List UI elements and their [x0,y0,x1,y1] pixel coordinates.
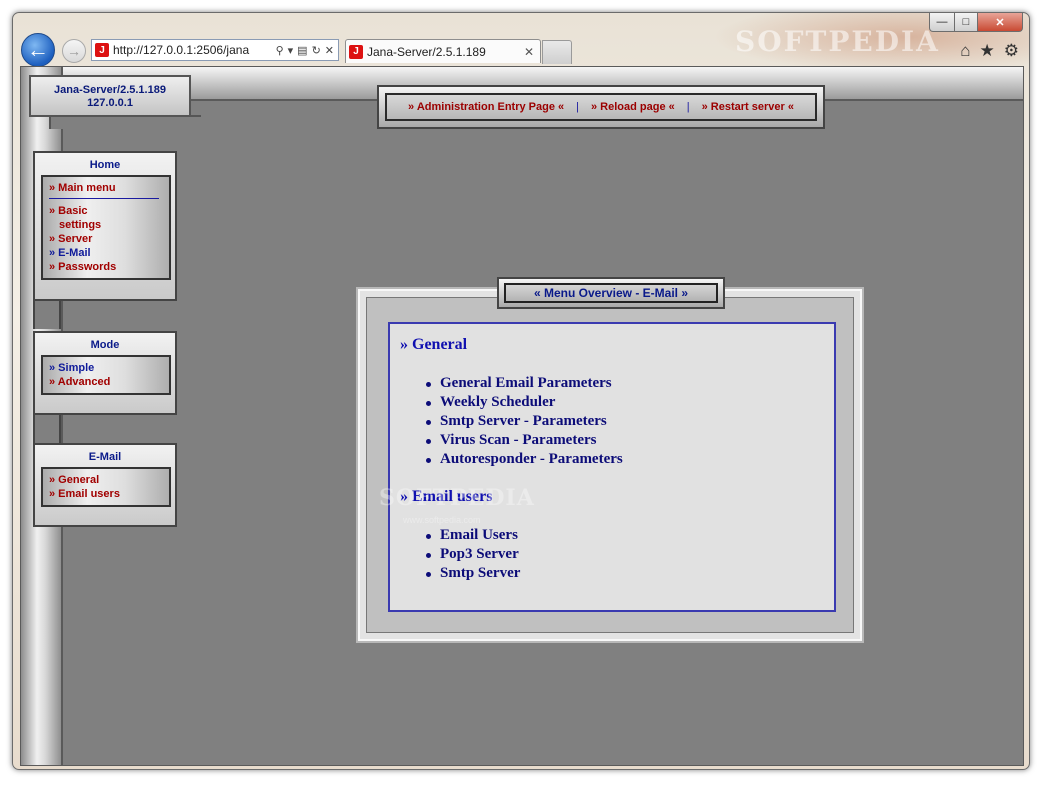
gear-icon[interactable]: ⚙ [1004,41,1019,61]
address-bar[interactable]: J http://127.0.0.1:2506/jana ⚲ ▾ ▤ ↻ ✕ [91,39,339,61]
mode-menu-list: » Simple » Advanced [41,355,171,395]
softpedia-watermark: SOFTPEDIA [735,25,940,58]
list-item[interactable]: Virus Scan - Parameters [426,431,623,450]
address-text[interactable]: http://127.0.0.1:2506/jana [113,43,276,57]
server-link[interactable]: » Server [49,232,165,246]
home-menu-list: » Main menu » Basic settings » Server » … [41,175,171,280]
admin-entry-link[interactable]: » Administration Entry Page « [396,101,576,113]
tab-title: Jana-Server/2.5.1.189 [367,44,486,59]
section-general-heading[interactable]: » General [400,336,467,354]
server-step [49,115,201,129]
email-menu-box: E-Mail » General » Email users [33,443,177,527]
list-item[interactable]: Smtp Server - Parameters [426,412,623,431]
list-item[interactable]: Smtp Server [425,564,520,583]
dropdown-icon[interactable]: ▾ [288,44,294,57]
content-tab-title: « Menu Overview - E-Mail » [504,283,718,303]
top-nav-frame: » Administration Entry Page « | » Reload… [377,85,825,129]
server-name: Jana-Server/2.5.1.189 [54,84,166,96]
address-actions: ⚲ ▾ ▤ ↻ ✕ [276,44,338,57]
list-item[interactable]: General Email Parameters [426,374,623,393]
basic-settings-link-cont[interactable]: settings [49,218,165,232]
main-menu-link[interactable]: » Main menu [49,181,165,195]
advanced-mode-link[interactable]: » Advanced [49,375,165,389]
list-item[interactable]: Weekly Scheduler [426,393,623,412]
refresh-icon[interactable]: ↻ [312,44,321,57]
content-body: » General General Email Parameters Weekl… [388,322,836,612]
simple-mode-link[interactable]: » Simple [49,361,165,375]
top-nav: » Administration Entry Page « | » Reload… [385,93,817,121]
server-ip: 127.0.0.1 [87,97,133,109]
reload-page-link[interactable]: » Reload page « [579,101,687,113]
basic-settings-link[interactable]: » Basic [49,204,165,218]
compat-icon[interactable]: ▤ [297,44,307,57]
back-button[interactable]: ← [21,33,55,67]
list-item[interactable]: Pop3 Server [425,545,520,564]
email-users-items: Email Users Pop3 Server Smtp Server [425,526,520,583]
mode-menu-title: Mode [90,339,120,351]
favorites-star-icon[interactable]: ★ [980,41,995,61]
mode-menu-box: Mode » Simple » Advanced [33,331,177,415]
maximize-button[interactable]: □ [955,13,978,32]
stop-icon[interactable]: ✕ [325,44,334,57]
page-viewport: Jana-Server/2.5.1.189 127.0.0.1 » Admini… [20,66,1024,766]
server-info: Jana-Server/2.5.1.189 127.0.0.1 [29,75,191,117]
content-tab-frame: « Menu Overview - E-Mail » [497,277,725,309]
list-item[interactable]: Autoresponder - Parameters [426,450,623,469]
toolbar-icons: ⌂ ★ ⚙ [960,41,1019,61]
home-icon[interactable]: ⌂ [960,41,970,61]
tab-close-icon[interactable]: ✕ [524,45,540,59]
browser-window: SOFTPEDIA — □ ✕ ← → J http://127.0.0.1:2… [12,12,1030,770]
side-connector [33,415,61,443]
email-menu-title: E-Mail [88,451,122,463]
back-arrow-icon: ← [27,37,49,62]
softpedia-watermark: SOFTPEDIA [379,485,535,511]
home-menu-box: Home » Main menu » Basic settings » Serv… [33,151,177,301]
email-link[interactable]: » E-Mail [49,246,165,260]
passwords-link[interactable]: » Passwords [49,260,165,274]
menu-divider [49,198,159,199]
email-menu-list: » General » Email users [41,467,171,507]
minimize-button[interactable]: — [929,13,955,32]
content-frame: » General General Email Parameters Weekl… [358,289,862,641]
softpedia-url-watermark: www.softpedia.com [403,515,481,525]
email-users-link[interactable]: » Email users [49,487,165,501]
new-tab-button[interactable] [542,40,572,64]
home-menu-title: Home [89,159,121,171]
forward-button[interactable]: → [62,39,86,63]
window-controls: — □ ✕ [929,13,1023,32]
restart-server-link[interactable]: » Restart server « [690,101,806,113]
tab-favicon-icon: J [349,44,363,59]
favicon-icon: J [95,43,109,57]
content-panel: » General General Email Parameters Weekl… [366,297,854,633]
side-connector [33,301,61,329]
list-item[interactable]: Email Users [425,526,520,545]
forward-arrow-icon: → [67,43,81,59]
general-items: General Email Parameters Weekly Schedule… [426,374,623,469]
browser-tab[interactable]: J Jana-Server/2.5.1.189 ✕ [345,39,541,63]
search-icon[interactable]: ⚲ [276,44,284,57]
general-link[interactable]: » General [49,473,165,487]
close-window-button[interactable]: ✕ [978,13,1023,32]
